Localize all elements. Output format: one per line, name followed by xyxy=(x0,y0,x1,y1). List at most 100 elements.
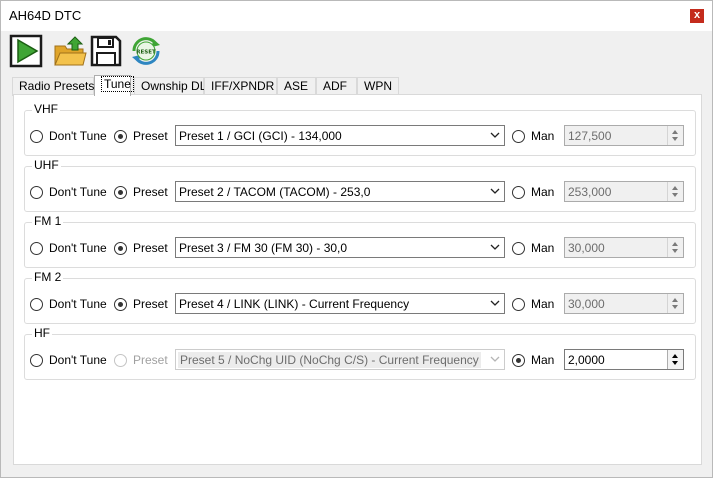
radio-label: Don't Tune xyxy=(49,353,107,367)
radio-label: Man xyxy=(531,353,555,367)
hf-preset-dropdown[interactable]: Preset 5 / NoChg UID (NoChg C/S) - Curre… xyxy=(175,349,505,370)
uhf-preset-radio[interactable]: Preset xyxy=(114,185,168,199)
group-fm-2: FM 2 Don't Tune Preset Preset 4 / LINK (LIN… xyxy=(24,270,696,324)
hf-preset-radio[interactable]: Preset xyxy=(114,353,168,367)
uhf-dont-tune-radio[interactable]: Don't Tune xyxy=(30,185,107,199)
radio-label: Don't Tune xyxy=(49,241,107,255)
reset-button[interactable]: RESET xyxy=(129,34,163,68)
app-window: AH64D DTC x RESET Radio Presets Tune Own… xyxy=(0,0,713,478)
run-button[interactable] xyxy=(9,34,43,68)
group-title: VHF xyxy=(32,102,60,116)
group-hf: HF Don't Tune Preset Preset 5 / NoChg UID (… xyxy=(24,326,696,380)
spin-buttons[interactable] xyxy=(667,182,683,201)
group-title: HF xyxy=(32,326,52,340)
hf-dont-tune-radio[interactable]: Don't Tune xyxy=(30,353,107,367)
save-icon xyxy=(90,35,122,67)
frequency-value: 127,500 xyxy=(568,129,612,143)
hf-man-radio[interactable]: Man xyxy=(512,353,554,367)
group-title: FM 2 xyxy=(32,270,64,284)
spin-buttons[interactable] xyxy=(667,238,683,257)
radio-circle xyxy=(512,129,525,143)
radio-label: Preset xyxy=(133,241,168,255)
uhf-man-radio[interactable]: Man xyxy=(512,185,554,199)
radio-label: Man xyxy=(531,185,555,199)
close-button[interactable]: x xyxy=(690,9,704,23)
radio-label: Don't Tune xyxy=(49,185,107,199)
fm-1-man-radio[interactable]: Man xyxy=(512,241,554,255)
radio-circle xyxy=(30,185,43,199)
radio-circle xyxy=(512,297,525,311)
tune-panel: VHF Don't Tune Preset Preset 1 / GCI (GCI) … xyxy=(13,94,702,465)
group-title: UHF xyxy=(32,158,61,172)
group-vhf: VHF Don't Tune Preset Preset 1 / GCI (GCI) … xyxy=(24,102,696,156)
radio-label: Don't Tune xyxy=(49,297,107,311)
spin-up-icon[interactable] xyxy=(672,130,678,134)
spin-buttons[interactable] xyxy=(667,294,683,313)
window-title: AH64D DTC xyxy=(9,8,82,23)
open-folder-icon xyxy=(54,36,87,66)
fm-1-preset-radio[interactable]: Preset xyxy=(114,241,168,255)
vhf-preset-radio[interactable]: Preset xyxy=(114,129,168,143)
radio-circle xyxy=(512,185,525,199)
vhf-preset-dropdown[interactable]: Preset 1 / GCI (GCI) - 134,000 xyxy=(175,125,505,146)
toolbar: RESET xyxy=(1,31,712,71)
dropdown-value: Preset 5 / NoChg UID (NoChg C/S) - Curre… xyxy=(178,352,481,368)
spin-down-icon[interactable] xyxy=(672,193,678,197)
fm-2-man-frequency-input[interactable]: 30,000 xyxy=(564,293,684,314)
fm-2-preset-dropdown[interactable]: Preset 4 / LINK (LINK) - Current Frequen… xyxy=(175,293,505,314)
tab-label: Tune xyxy=(101,76,134,92)
dropdown-value: Preset 1 / GCI (GCI) - 134,000 xyxy=(179,129,342,143)
title-bar: AH64D DTC x xyxy=(1,1,712,31)
radio-circle xyxy=(114,185,127,199)
spin-down-icon[interactable] xyxy=(672,305,678,309)
spin-buttons[interactable] xyxy=(667,350,683,369)
uhf-preset-dropdown[interactable]: Preset 2 / TACOM (TACOM) - 253,0 xyxy=(175,181,505,202)
reset-icon: RESET xyxy=(132,37,160,65)
fm-2-dont-tune-radio[interactable]: Don't Tune xyxy=(30,297,107,311)
spin-up-icon[interactable] xyxy=(672,354,678,358)
group-title: FM 1 xyxy=(32,214,64,228)
radio-circle xyxy=(30,129,43,143)
spin-up-icon[interactable] xyxy=(672,242,678,246)
fm-1-dont-tune-radio[interactable]: Don't Tune xyxy=(30,241,107,255)
radio-circle xyxy=(114,241,127,255)
spin-down-icon[interactable] xyxy=(672,137,678,141)
spin-down-icon[interactable] xyxy=(672,361,678,365)
vhf-man-frequency-input[interactable]: 127,500 xyxy=(564,125,684,146)
tab-label: Radio Presets xyxy=(19,79,95,93)
fm-1-man-frequency-input[interactable]: 30,000 xyxy=(564,237,684,258)
uhf-man-frequency-input[interactable]: 253,000 xyxy=(564,181,684,202)
dropdown-value: Preset 4 / LINK (LINK) - Current Frequen… xyxy=(179,297,410,311)
frequency-value: 2,0000 xyxy=(568,353,605,367)
spin-up-icon[interactable] xyxy=(672,186,678,190)
tab-label: ADF xyxy=(323,79,347,93)
radio-circle xyxy=(30,353,43,367)
fm-2-man-radio[interactable]: Man xyxy=(512,297,554,311)
tab-label: IFF/XPNDR xyxy=(211,79,275,93)
dropdown-value: Preset 3 / FM 30 (FM 30) - 30,0 xyxy=(179,241,348,255)
radio-label: Don't Tune xyxy=(49,129,107,143)
spin-up-icon[interactable] xyxy=(672,298,678,302)
vhf-dont-tune-radio[interactable]: Don't Tune xyxy=(30,129,107,143)
group-uhf: UHF Don't Tune Preset Preset 2 / TACOM (TAC… xyxy=(24,158,696,212)
fm-1-preset-dropdown[interactable]: Preset 3 / FM 30 (FM 30) - 30,0 xyxy=(175,237,505,258)
radio-circle xyxy=(512,241,525,255)
radio-circle xyxy=(512,353,525,367)
radio-circle xyxy=(30,241,43,255)
save-button[interactable] xyxy=(89,34,123,68)
radio-label: Preset xyxy=(133,185,168,199)
play-icon xyxy=(9,34,43,68)
radio-label: Preset xyxy=(133,129,168,143)
radio-circle xyxy=(30,297,43,311)
radio-circle xyxy=(114,353,127,367)
vhf-man-radio[interactable]: Man xyxy=(512,129,554,143)
tab-label: Ownship DL xyxy=(141,79,207,93)
open-button[interactable] xyxy=(53,34,87,68)
radio-label: Man xyxy=(531,241,555,255)
tab-tune[interactable]: Tune xyxy=(94,75,134,96)
hf-man-frequency-input[interactable]: 2,0000 xyxy=(564,349,684,370)
spin-buttons[interactable] xyxy=(667,126,683,145)
radio-circle xyxy=(114,297,127,311)
spin-down-icon[interactable] xyxy=(672,249,678,253)
fm-2-preset-radio[interactable]: Preset xyxy=(114,297,168,311)
